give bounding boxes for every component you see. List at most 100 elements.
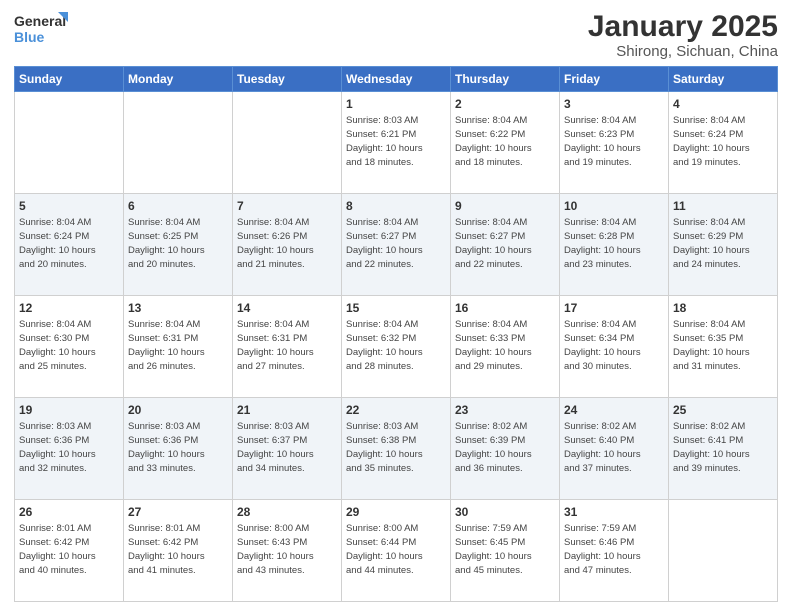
header-friday: Friday xyxy=(560,67,669,92)
table-row: 31 Sunrise: 7:59 AMSunset: 6:46 PMDayligh… xyxy=(560,500,669,602)
day-info: Sunrise: 8:02 AMSunset: 6:39 PMDaylight:… xyxy=(455,421,532,473)
logo: General Blue xyxy=(14,10,69,50)
day-number: 21 xyxy=(237,402,337,418)
table-row: 18 Sunrise: 8:04 AMSunset: 6:35 PMDayligh… xyxy=(669,296,778,398)
header-saturday: Saturday xyxy=(669,67,778,92)
table-row: 15Sunrise: 8:04 AMSunset: 6:32 PMDayligh… xyxy=(342,296,451,398)
logo-svg: General Blue xyxy=(14,10,69,50)
table-row: 3 Sunrise: 8:04 AMSunset: 6:23 PMDaylight… xyxy=(560,92,669,194)
day-info: Sunrise: 8:02 AMSunset: 6:41 PMDaylight:… xyxy=(673,421,750,473)
day-number: 13 xyxy=(128,300,228,316)
table-row xyxy=(15,92,124,194)
day-number: 23 xyxy=(455,402,555,418)
table-row: 9Sunrise: 8:04 AMSunset: 6:27 PMDaylight… xyxy=(451,194,560,296)
calendar-subtitle: Shirong, Sichuan, China xyxy=(588,43,778,60)
day-info: Sunrise: 8:03 AMSunset: 6:21 PMDaylight:… xyxy=(346,115,423,167)
day-number: 22 xyxy=(346,402,446,418)
day-number: 15 xyxy=(346,300,446,316)
day-number: 12 xyxy=(19,300,119,316)
day-info: Sunrise: 8:03 AMSunset: 6:36 PMDaylight:… xyxy=(19,421,96,473)
table-row: 21 Sunrise: 8:03 AMSunset: 6:37 PMDayligh… xyxy=(233,398,342,500)
day-number: 7 xyxy=(237,198,337,214)
table-row: 24 Sunrise: 8:02 AMSunset: 6:40 PMDayligh… xyxy=(560,398,669,500)
day-info: Sunrise: 8:04 AMSunset: 6:24 PMDaylight:… xyxy=(673,115,750,167)
table-row: 26Sunrise: 8:01 AMSunset: 6:42 PMDayligh… xyxy=(15,500,124,602)
day-number: 11 xyxy=(673,198,773,214)
day-info: Sunrise: 8:00 AMSunset: 6:44 PMDaylight:… xyxy=(346,523,423,575)
day-number: 14 xyxy=(237,300,337,316)
day-number: 28 xyxy=(237,504,337,520)
table-row: 10 Sunrise: 8:04 AMSunset: 6:28 PMDayligh… xyxy=(560,194,669,296)
table-row: 22 Sunrise: 8:03 AMSunset: 6:38 PMDayligh… xyxy=(342,398,451,500)
table-row: 8 Sunrise: 8:04 AMSunset: 6:27 PMDaylight… xyxy=(342,194,451,296)
day-number: 9 xyxy=(455,198,555,214)
table-row: 28 Sunrise: 8:00 AMSunset: 6:43 PMDayligh… xyxy=(233,500,342,602)
day-info: Sunrise: 7:59 AMSunset: 6:46 PMDaylight:… xyxy=(564,523,641,575)
day-info: Sunrise: 8:04 AMSunset: 6:35 PMDaylight:… xyxy=(673,319,750,371)
day-number: 25 xyxy=(673,402,773,418)
svg-text:General: General xyxy=(14,13,66,29)
table-row: 17 Sunrise: 8:04 AMSunset: 6:34 PMDayligh… xyxy=(560,296,669,398)
table-row: 19Sunrise: 8:03 AMSunset: 6:36 PMDayligh… xyxy=(15,398,124,500)
header-thursday: Thursday xyxy=(451,67,560,92)
day-info: Sunrise: 8:02 AMSunset: 6:40 PMDaylight:… xyxy=(564,421,641,473)
day-number: 30 xyxy=(455,504,555,520)
table-row: 14Sunrise: 8:04 AMSunset: 6:31 PMDayligh… xyxy=(233,296,342,398)
day-number: 29 xyxy=(346,504,446,520)
table-row: 7 Sunrise: 8:04 AMSunset: 6:26 PMDaylight… xyxy=(233,194,342,296)
day-number: 4 xyxy=(673,96,773,112)
day-number: 31 xyxy=(564,504,664,520)
day-number: 17 xyxy=(564,300,664,316)
header-tuesday: Tuesday xyxy=(233,67,342,92)
day-info: Sunrise: 7:59 AMSunset: 6:45 PMDaylight:… xyxy=(455,523,532,575)
day-info: Sunrise: 8:04 AMSunset: 6:29 PMDaylight:… xyxy=(673,217,750,269)
day-info: Sunrise: 8:04 AMSunset: 6:28 PMDaylight:… xyxy=(564,217,641,269)
table-row: 1 Sunrise: 8:03 AMSunset: 6:21 PMDaylight… xyxy=(342,92,451,194)
header-monday: Monday xyxy=(124,67,233,92)
table-row: 27Sunrise: 8:01 AMSunset: 6:42 PMDayligh… xyxy=(124,500,233,602)
day-number: 1 xyxy=(346,96,446,112)
day-info: Sunrise: 8:00 AMSunset: 6:43 PMDaylight:… xyxy=(237,523,314,575)
table-row: 4 Sunrise: 8:04 AMSunset: 6:24 PMDaylight… xyxy=(669,92,778,194)
table-row: 6 Sunrise: 8:04 AMSunset: 6:25 PMDaylight… xyxy=(124,194,233,296)
day-info: Sunrise: 8:04 AMSunset: 6:26 PMDaylight:… xyxy=(237,217,314,269)
day-info: Sunrise: 8:04 AMSunset: 6:33 PMDaylight:… xyxy=(455,319,532,371)
day-info: Sunrise: 8:01 AMSunset: 6:42 PMDaylight:… xyxy=(19,523,96,575)
day-number: 6 xyxy=(128,198,228,214)
day-info: Sunrise: 8:03 AMSunset: 6:37 PMDaylight:… xyxy=(237,421,314,473)
table-row: 13 Sunrise: 8:04 AMSunset: 6:31 PMDayligh… xyxy=(124,296,233,398)
day-info: Sunrise: 8:04 AMSunset: 6:27 PMDaylight:… xyxy=(346,217,423,269)
day-info: Sunrise: 8:04 AMSunset: 6:30 PMDaylight:… xyxy=(19,319,96,371)
table-row: 23 Sunrise: 8:02 AMSunset: 6:39 PMDayligh… xyxy=(451,398,560,500)
day-number: 8 xyxy=(346,198,446,214)
calendar-title: January 2025 xyxy=(588,10,778,43)
day-number: 24 xyxy=(564,402,664,418)
page-header: General Blue January 2025 Shirong, Sichu… xyxy=(14,10,778,60)
header-wednesday: Wednesday xyxy=(342,67,451,92)
day-number: 16 xyxy=(455,300,555,316)
svg-text:Blue: Blue xyxy=(14,29,45,45)
table-row: 25 Sunrise: 8:02 AMSunset: 6:41 PMDayligh… xyxy=(669,398,778,500)
title-block: January 2025 Shirong, Sichuan, China xyxy=(588,10,778,60)
table-row xyxy=(233,92,342,194)
day-info: Sunrise: 8:03 AMSunset: 6:38 PMDaylight:… xyxy=(346,421,423,473)
table-row: 12 Sunrise: 8:04 AMSunset: 6:30 PMDayligh… xyxy=(15,296,124,398)
table-row: 16 Sunrise: 8:04 AMSunset: 6:33 PMDayligh… xyxy=(451,296,560,398)
header-sunday: Sunday xyxy=(15,67,124,92)
day-info: Sunrise: 8:04 AMSunset: 6:24 PMDaylight:… xyxy=(19,217,96,269)
table-row xyxy=(669,500,778,602)
day-number: 20 xyxy=(128,402,228,418)
table-row: 20 Sunrise: 8:03 AMSunset: 6:36 PMDayligh… xyxy=(124,398,233,500)
table-row: 2Sunrise: 8:04 AMSunset: 6:22 PMDaylight… xyxy=(451,92,560,194)
day-number: 3 xyxy=(564,96,664,112)
day-info: Sunrise: 8:04 AMSunset: 6:23 PMDaylight:… xyxy=(564,115,641,167)
calendar-table: Sunday Monday Tuesday Wednesday Thursday… xyxy=(14,66,778,602)
table-row: 11 Sunrise: 8:04 AMSunset: 6:29 PMDayligh… xyxy=(669,194,778,296)
day-number: 10 xyxy=(564,198,664,214)
day-info: Sunrise: 8:04 AMSunset: 6:25 PMDaylight:… xyxy=(128,217,205,269)
day-number: 18 xyxy=(673,300,773,316)
day-info: Sunrise: 8:04 AMSunset: 6:34 PMDaylight:… xyxy=(564,319,641,371)
day-number: 27 xyxy=(128,504,228,520)
day-info: Sunrise: 8:03 AMSunset: 6:36 PMDaylight:… xyxy=(128,421,205,473)
day-info: Sunrise: 8:04 AMSunset: 6:31 PMDaylight:… xyxy=(128,319,205,371)
